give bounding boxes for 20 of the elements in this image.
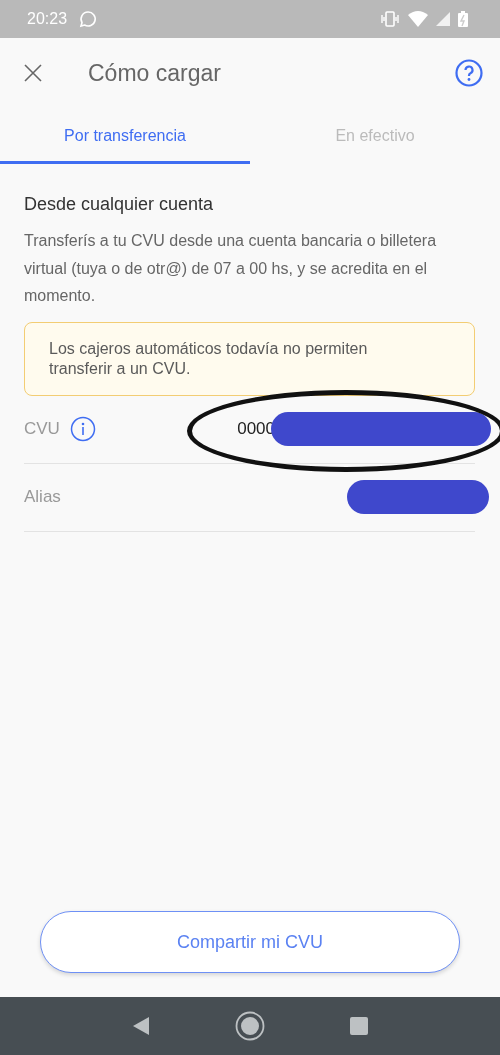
wifi-icon bbox=[408, 11, 428, 27]
field-label: Alias bbox=[24, 487, 61, 507]
screen-title: Cómo cargar bbox=[88, 59, 221, 87]
field-label: CVU bbox=[24, 419, 60, 439]
recents-icon[interactable] bbox=[349, 1017, 368, 1035]
clock-time: 20:23 bbox=[27, 10, 68, 28]
vibrate-icon bbox=[380, 11, 400, 27]
back-icon[interactable] bbox=[132, 1016, 151, 1036]
home-icon[interactable] bbox=[235, 1011, 265, 1041]
share-button[interactable]: Compartir mi CVU bbox=[40, 911, 460, 973]
close-button[interactable] bbox=[22, 62, 44, 84]
signal-icon bbox=[436, 12, 450, 26]
info-button[interactable] bbox=[69, 416, 96, 442]
tab[interactable]: Por transferencia bbox=[0, 110, 250, 164]
description-text: Transferís a tu CVU desde una cuenta bancaria o billetera virtual (tuya o de otr@) de 07 a 00 hs, y se acredita en el momento. bbox=[24, 231, 438, 306]
battery-icon bbox=[458, 11, 468, 27]
chat-bubble-icon bbox=[79, 10, 98, 28]
help-button[interactable] bbox=[453, 57, 485, 89]
section-title: Desde cualquier cuenta bbox=[24, 194, 215, 215]
warning-text: Los cajeros automáticos todavía no permiten transferir a un CVU. bbox=[49, 338, 369, 379]
